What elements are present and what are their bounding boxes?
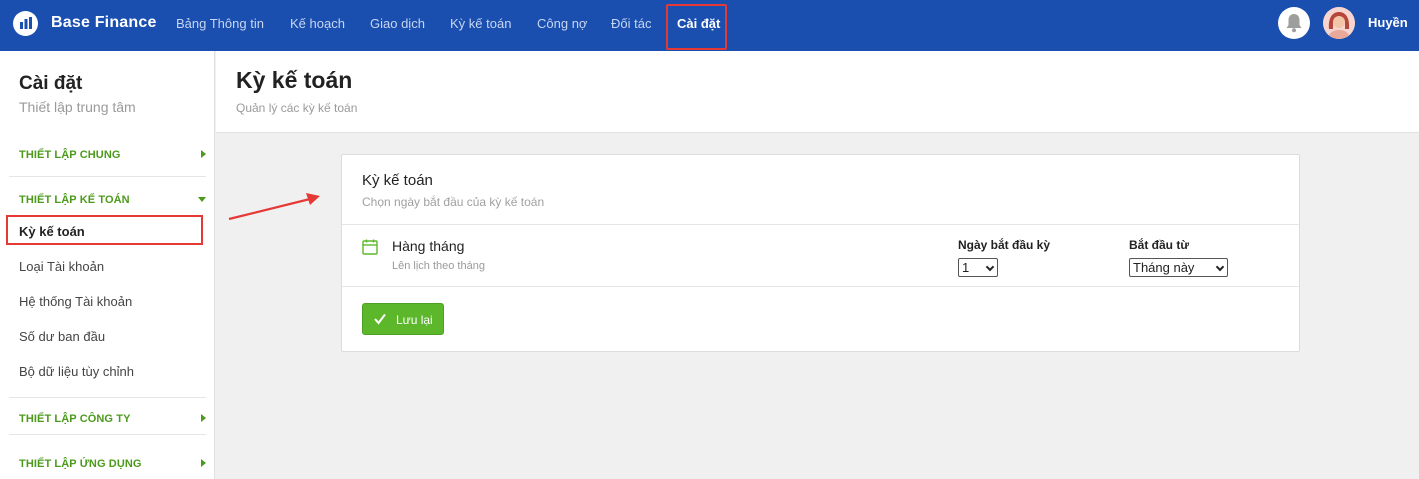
section-app-settings[interactable]: THIẾT LẬP ỨNG DỤNG xyxy=(19,458,206,470)
nav-item-accounting-periods[interactable]: Kỳ kế toán xyxy=(450,16,511,31)
sidebar-subtitle: Thiết lập trung tâm xyxy=(19,99,136,115)
start-from-select[interactable]: Tháng này xyxy=(1129,258,1228,277)
sidebar-divider xyxy=(9,434,206,435)
page-subtitle: Quản lý các kỳ kế toán xyxy=(236,101,358,115)
chevron-down-icon xyxy=(985,262,995,272)
option-subtitle: Lên lịch theo tháng xyxy=(392,260,485,272)
section-general-label: THIẾT LẬP CHUNG xyxy=(19,149,121,161)
sidebar-divider xyxy=(9,397,206,398)
chevron-right-icon xyxy=(201,150,206,158)
bell-icon xyxy=(1286,14,1302,33)
start-day-select[interactable]: 1 xyxy=(958,258,998,277)
card-divider xyxy=(342,286,1299,287)
notification-button[interactable] xyxy=(1278,7,1310,39)
sidebar-highlight-box xyxy=(6,215,203,245)
nav-item-partners[interactable]: Đối tác xyxy=(611,16,651,31)
sidebar-item-custom-datasets[interactable]: Bộ dữ liệu tùy chỉnh xyxy=(19,364,134,379)
chevron-right-icon xyxy=(201,459,206,467)
page-title: Kỳ kế toán xyxy=(236,67,353,93)
brand-logo-icon[interactable] xyxy=(13,11,38,36)
annotation-arrow-icon xyxy=(228,193,320,221)
settings-sidebar: Cài đặt Thiết lập trung tâm THIẾT LẬP CH… xyxy=(0,51,215,479)
section-company-settings[interactable]: THIẾT LẬP CÔNG TY xyxy=(19,413,206,425)
sidebar-item-account-types[interactable]: Loại Tài khoản xyxy=(19,259,104,274)
settings-highlight-box xyxy=(666,4,727,50)
start-day-label: Ngày bắt đầu kỳ xyxy=(958,238,1051,252)
section-general-settings[interactable]: THIẾT LẬP CHUNG xyxy=(19,149,206,161)
app-name[interactable]: Base Finance xyxy=(51,14,157,32)
save-button-label: Lưu lại xyxy=(396,313,433,327)
section-accounting-settings[interactable]: THIẾT LẬP KẾ TOÁN xyxy=(19,194,206,206)
nav-item-transactions[interactable]: Giao dịch xyxy=(370,16,425,31)
nav-item-dashboard[interactable]: Bảng Thông tin xyxy=(176,16,264,31)
start-from-value: Tháng này xyxy=(1133,260,1195,275)
option-title: Hàng tháng xyxy=(392,238,465,254)
sidebar-item-chart-of-accounts[interactable]: Hệ thống Tài khoản xyxy=(19,294,132,309)
user-avatar[interactable] xyxy=(1323,7,1355,39)
sidebar-divider xyxy=(9,176,206,177)
chevron-down-icon xyxy=(1215,262,1225,272)
section-app-label: THIẾT LẬP ỨNG DỤNG xyxy=(19,458,142,470)
section-company-label: THIẾT LẬP CÔNG TY xyxy=(19,413,131,425)
card-subtitle: Chọn ngày bắt đầu của kỳ kế toán xyxy=(362,195,545,209)
start-day-value: 1 xyxy=(962,260,970,275)
check-icon xyxy=(374,313,386,325)
save-button[interactable]: Lưu lại xyxy=(362,303,444,335)
calendar-icon xyxy=(362,239,378,255)
sidebar-item-opening-balance[interactable]: Số dư ban đầu xyxy=(19,329,105,344)
chevron-down-icon xyxy=(198,197,206,202)
chevron-right-icon xyxy=(201,414,206,422)
nav-item-plans[interactable]: Kế hoạch xyxy=(290,16,345,31)
user-name[interactable]: Huyền xyxy=(1368,15,1408,30)
card-title: Kỳ kế toán xyxy=(362,172,433,189)
sidebar-title: Cài đặt xyxy=(19,73,83,94)
accounting-period-card: Kỳ kế toán Chọn ngày bắt đầu của kỳ kế t… xyxy=(341,154,1300,352)
top-navigation-bar: Base Finance Bảng Thông tin Kế hoạch Gia… xyxy=(0,0,1419,51)
nav-item-debts[interactable]: Công nợ xyxy=(537,16,587,31)
card-divider xyxy=(342,224,1299,225)
start-from-label: Bắt đầu từ xyxy=(1129,238,1190,252)
section-accounting-label: THIẾT LẬP KẾ TOÁN xyxy=(19,194,130,206)
page-header: Kỳ kế toán Quản lý các kỳ kế toán xyxy=(216,51,1419,133)
